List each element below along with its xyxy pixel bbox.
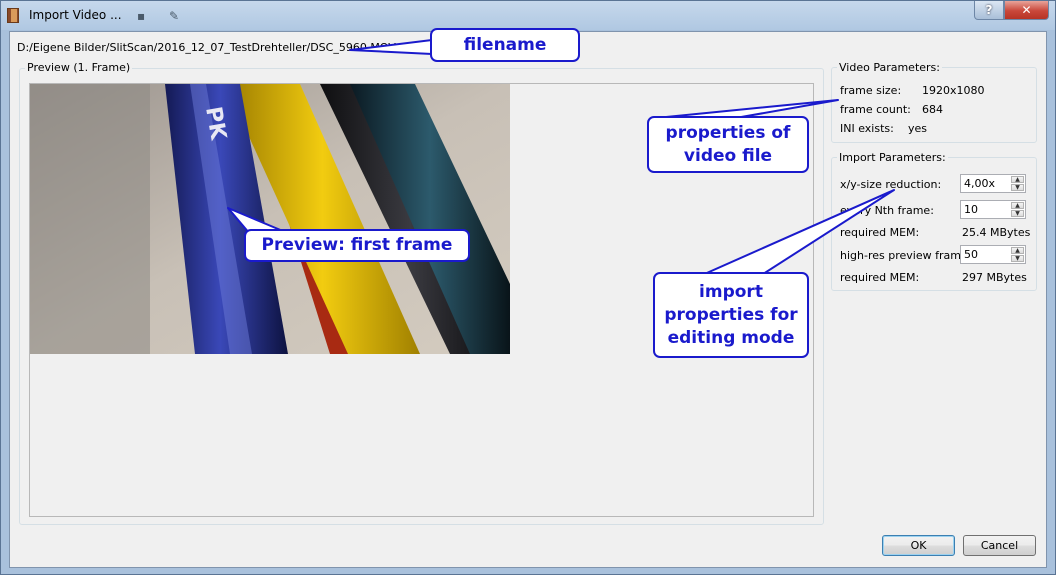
background-tool-icon: ✎ xyxy=(169,9,180,23)
size-reduction-spinbox[interactable]: 4,00x ▲ ▼ xyxy=(960,174,1026,193)
app-icon xyxy=(7,8,19,23)
callout-video-properties-line1: properties of xyxy=(665,122,791,143)
hires-preview-value[interactable]: 50 xyxy=(964,248,978,261)
required-mem-hires-label: required MEM: xyxy=(840,271,920,284)
required-mem-value: 25.4 MBytes xyxy=(962,226,1031,239)
close-button[interactable]: ✕ xyxy=(1004,1,1049,20)
nth-frame-value[interactable]: 10 xyxy=(964,203,978,216)
window-title: Import Video ... xyxy=(29,8,122,22)
ini-exists-label: INI exists: xyxy=(840,122,894,135)
callout-filename: filename xyxy=(430,28,580,62)
frame-size-value: 1920x1080 xyxy=(922,84,985,97)
callout-preview: Preview: first frame xyxy=(244,229,470,262)
frame-count-value: 684 xyxy=(922,103,943,116)
size-reduction-value[interactable]: 4,00x xyxy=(964,177,995,190)
callout-video-properties-line2: video file xyxy=(683,145,773,166)
callout-import-line1: import xyxy=(699,281,763,302)
nth-frame-spinbox[interactable]: 10 ▲ ▼ xyxy=(960,200,1026,219)
size-reduction-down-arrow-icon[interactable]: ▼ xyxy=(1011,184,1024,191)
nth-frame-down-arrow-icon[interactable]: ▼ xyxy=(1011,210,1024,217)
callout-filename-text: filename xyxy=(463,34,547,55)
frame-count-label: frame count: xyxy=(840,103,911,116)
size-reduction-label: x/y-size reduction: xyxy=(840,178,942,191)
callout-preview-text: Preview: first frame xyxy=(261,235,453,255)
required-mem-hires-value: 297 MBytes xyxy=(962,271,1027,284)
hires-preview-up-arrow-icon[interactable]: ▲ xyxy=(1011,247,1024,254)
preview-group-title: Preview (1. Frame) xyxy=(25,61,133,74)
file-path: D:/Eigene Bilder/SlitScan/2016_12_07_Tes… xyxy=(17,41,396,54)
hires-preview-label: high-res preview frames xyxy=(840,249,974,262)
import-parameters-title: Import Parameters: xyxy=(837,151,948,164)
callout-import-line2: properties for xyxy=(664,304,798,325)
background-icon: ▪ xyxy=(137,9,146,23)
callout-import-properties: import properties for editing mode xyxy=(653,272,809,358)
help-button[interactable]: ? xyxy=(974,1,1004,20)
video-parameters-title: Video Parameters: xyxy=(837,61,942,74)
hires-preview-spinbox[interactable]: 50 ▲ ▼ xyxy=(960,245,1026,264)
callout-import-line3: editing mode xyxy=(667,327,795,348)
preview-first-frame-image: PK xyxy=(30,84,510,354)
ini-exists-value: yes xyxy=(908,122,928,135)
callout-video-properties: properties of video file xyxy=(647,116,809,173)
ok-button[interactable]: OK xyxy=(882,535,955,556)
title-bar[interactable]: Import Video ... ▪ ✎ ? ✕ xyxy=(1,1,1055,30)
hires-preview-down-arrow-icon[interactable]: ▼ xyxy=(1011,255,1024,262)
required-mem-label: required MEM: xyxy=(840,226,920,239)
nth-frame-up-arrow-icon[interactable]: ▲ xyxy=(1011,202,1024,209)
size-reduction-up-arrow-icon[interactable]: ▲ xyxy=(1011,176,1024,183)
nth-frame-label: every Nth frame: xyxy=(840,204,934,217)
cancel-button[interactable]: Cancel xyxy=(963,535,1036,556)
frame-size-label: frame size: xyxy=(840,84,902,97)
